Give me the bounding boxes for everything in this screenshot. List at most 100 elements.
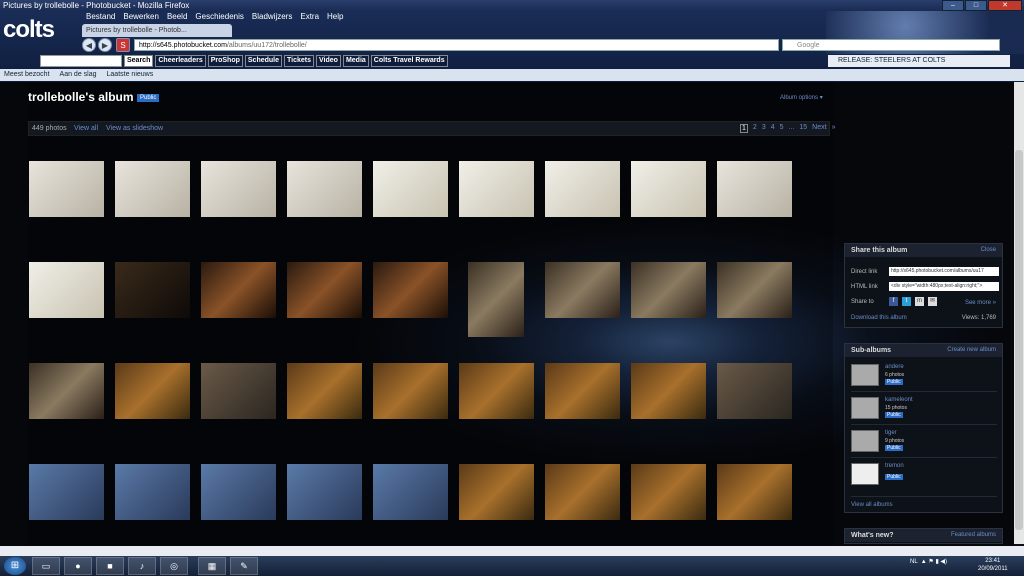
language-indicator[interactable]: NL: [910, 559, 917, 565]
toolbar-schedule[interactable]: Schedule: [244, 55, 283, 67]
view-all-link[interactable]: View all: [74, 125, 98, 132]
facebook-icon[interactable]: f: [889, 297, 898, 306]
toolbar-tickets[interactable]: Tickets: [284, 55, 315, 67]
view-slideshow-link[interactable]: View as slideshow: [106, 125, 163, 132]
menu-bewerken[interactable]: Bewerken: [119, 12, 163, 21]
page-4[interactable]: 4: [771, 124, 775, 133]
paint-icon[interactable]: ✎: [230, 557, 258, 575]
photo-thumbnail[interactable]: [29, 161, 104, 217]
photo-thumbnail[interactable]: [201, 161, 276, 217]
photo-thumbnail[interactable]: [29, 464, 104, 520]
photo-thumbnail[interactable]: [201, 464, 276, 520]
steam-icon[interactable]: ◎: [160, 557, 188, 575]
network-icon[interactable]: ▦: [198, 557, 226, 575]
app-icon[interactable]: ■: [96, 557, 124, 575]
subalbum-thumb[interactable]: [851, 463, 879, 485]
photo-thumbnail[interactable]: [717, 262, 792, 318]
page-5[interactable]: 5: [780, 124, 784, 133]
browser-tab[interactable]: Pictures by trollebolle - Photob...: [82, 24, 232, 37]
close-button[interactable]: ✕: [988, 0, 1022, 11]
toolbar-video[interactable]: Video: [316, 55, 341, 67]
tray-icons[interactable]: ▲ ⚑ ▮ ◀): [919, 559, 947, 565]
photo-thumbnail[interactable]: [115, 161, 190, 217]
menu-bestand[interactable]: Bestand: [82, 12, 119, 21]
direct-link-field[interactable]: http://s645.photobucket.com/albums/uu17: [889, 267, 999, 276]
menu-bladwijzers[interactable]: Bladwijzers: [248, 12, 296, 21]
photo-thumbnail[interactable]: [717, 464, 792, 520]
bookmark-aan-de-slag[interactable]: Aan de slag: [60, 69, 97, 81]
photo-thumbnail[interactable]: [115, 363, 190, 419]
share-close-link[interactable]: Close: [981, 247, 996, 253]
photo-thumbnail[interactable]: [29, 363, 104, 419]
photo-thumbnail[interactable]: [545, 363, 620, 419]
photo-thumbnail[interactable]: [373, 464, 448, 520]
bookmark-laatste-nieuws[interactable]: Laatste nieuws: [107, 69, 154, 81]
toolbar-proshop[interactable]: ProShop: [207, 55, 243, 67]
maximize-button[interactable]: □: [965, 0, 987, 11]
photo-thumbnail[interactable]: [631, 161, 706, 217]
photo-thumbnail[interactable]: [459, 363, 534, 419]
photo-thumbnail[interactable]: [631, 464, 706, 520]
photo-thumbnail[interactable]: [201, 262, 276, 318]
photo-thumbnail[interactable]: [631, 262, 706, 318]
create-album-link[interactable]: Create new album: [947, 347, 996, 353]
photo-thumbnail[interactable]: [717, 161, 792, 217]
page-15[interactable]: 15: [799, 124, 807, 133]
twitter-icon[interactable]: t: [902, 297, 911, 306]
system-clock[interactable]: 23:41 20/09/2011: [978, 557, 1008, 573]
see-more-link[interactable]: See more »: [965, 300, 996, 306]
html-link-field[interactable]: <div style="width:480px;text-align:right…: [889, 282, 999, 291]
subalbum-thumb[interactable]: [851, 397, 879, 419]
subalbum-thumb[interactable]: [851, 430, 879, 452]
photo-thumbnail[interactable]: [631, 363, 706, 419]
menu-geschiedenis[interactable]: Geschiedenis: [191, 12, 247, 21]
bookmark-meest-bezocht[interactable]: Meest bezocht: [4, 69, 50, 81]
photo-thumbnail[interactable]: [468, 262, 524, 337]
explorer-icon[interactable]: ▭: [32, 557, 60, 575]
subalbum-thumb[interactable]: [851, 364, 879, 386]
photo-thumbnail[interactable]: [545, 161, 620, 217]
toolbar-cheerleaders[interactable]: Cheerleaders: [155, 55, 206, 67]
browser-search-input[interactable]: Google: [782, 39, 1000, 51]
page-next[interactable]: Next: [812, 124, 826, 133]
photo-thumbnail[interactable]: [115, 464, 190, 520]
photo-thumbnail[interactable]: [287, 464, 362, 520]
menu-extra[interactable]: Extra: [296, 12, 323, 21]
photo-thumbnail[interactable]: [545, 262, 620, 318]
toolbar-search-button[interactable]: Search: [124, 55, 154, 67]
photo-thumbnail[interactable]: [373, 262, 448, 318]
toolbar-travel-rewards[interactable]: Colts Travel Rewards: [370, 55, 448, 67]
toolbar-media[interactable]: Media: [342, 55, 369, 67]
page-1[interactable]: 1: [740, 124, 748, 133]
featured-albums-link[interactable]: Featured albums: [951, 532, 996, 538]
view-all-albums-link[interactable]: View all albums: [851, 502, 893, 508]
myspace-icon[interactable]: m: [915, 297, 924, 306]
photo-thumbnail[interactable]: [459, 464, 534, 520]
page-2[interactable]: 2: [753, 124, 757, 133]
photo-thumbnail[interactable]: [287, 363, 362, 419]
photo-thumbnail[interactable]: [373, 161, 448, 217]
photo-thumbnail[interactable]: [459, 161, 534, 217]
menu-help[interactable]: Help: [323, 12, 347, 21]
download-album-link[interactable]: Download this album: [851, 315, 907, 321]
subalbum-name[interactable]: tremon: [885, 463, 904, 469]
url-bar[interactable]: http://s645.photobucket.com/albums/uu172…: [134, 39, 779, 51]
photo-thumbnail[interactable]: [287, 262, 362, 318]
photo-thumbnail[interactable]: [545, 464, 620, 520]
firefox-icon[interactable]: ●: [64, 557, 92, 575]
photo-thumbnail[interactable]: [115, 262, 190, 318]
album-options-link[interactable]: Album options ▾: [780, 94, 823, 101]
photo-thumbnail[interactable]: [29, 262, 104, 318]
menu-beeld[interactable]: Beeld: [163, 12, 191, 21]
start-button[interactable]: ⊞: [4, 557, 26, 575]
subalbum-name[interactable]: tiger: [885, 430, 897, 436]
photo-thumbnail[interactable]: [287, 161, 362, 217]
subalbum-name[interactable]: andere: [885, 364, 904, 370]
email-icon[interactable]: ✉: [928, 297, 937, 306]
toolbar-search-input[interactable]: [40, 55, 122, 67]
page-3[interactable]: 3: [762, 124, 766, 133]
page-next-arrow[interactable]: »: [832, 124, 836, 133]
forward-button[interactable]: ▶: [98, 38, 112, 52]
subalbum-name[interactable]: kameleont: [885, 397, 913, 403]
photo-thumbnail[interactable]: [201, 363, 276, 419]
